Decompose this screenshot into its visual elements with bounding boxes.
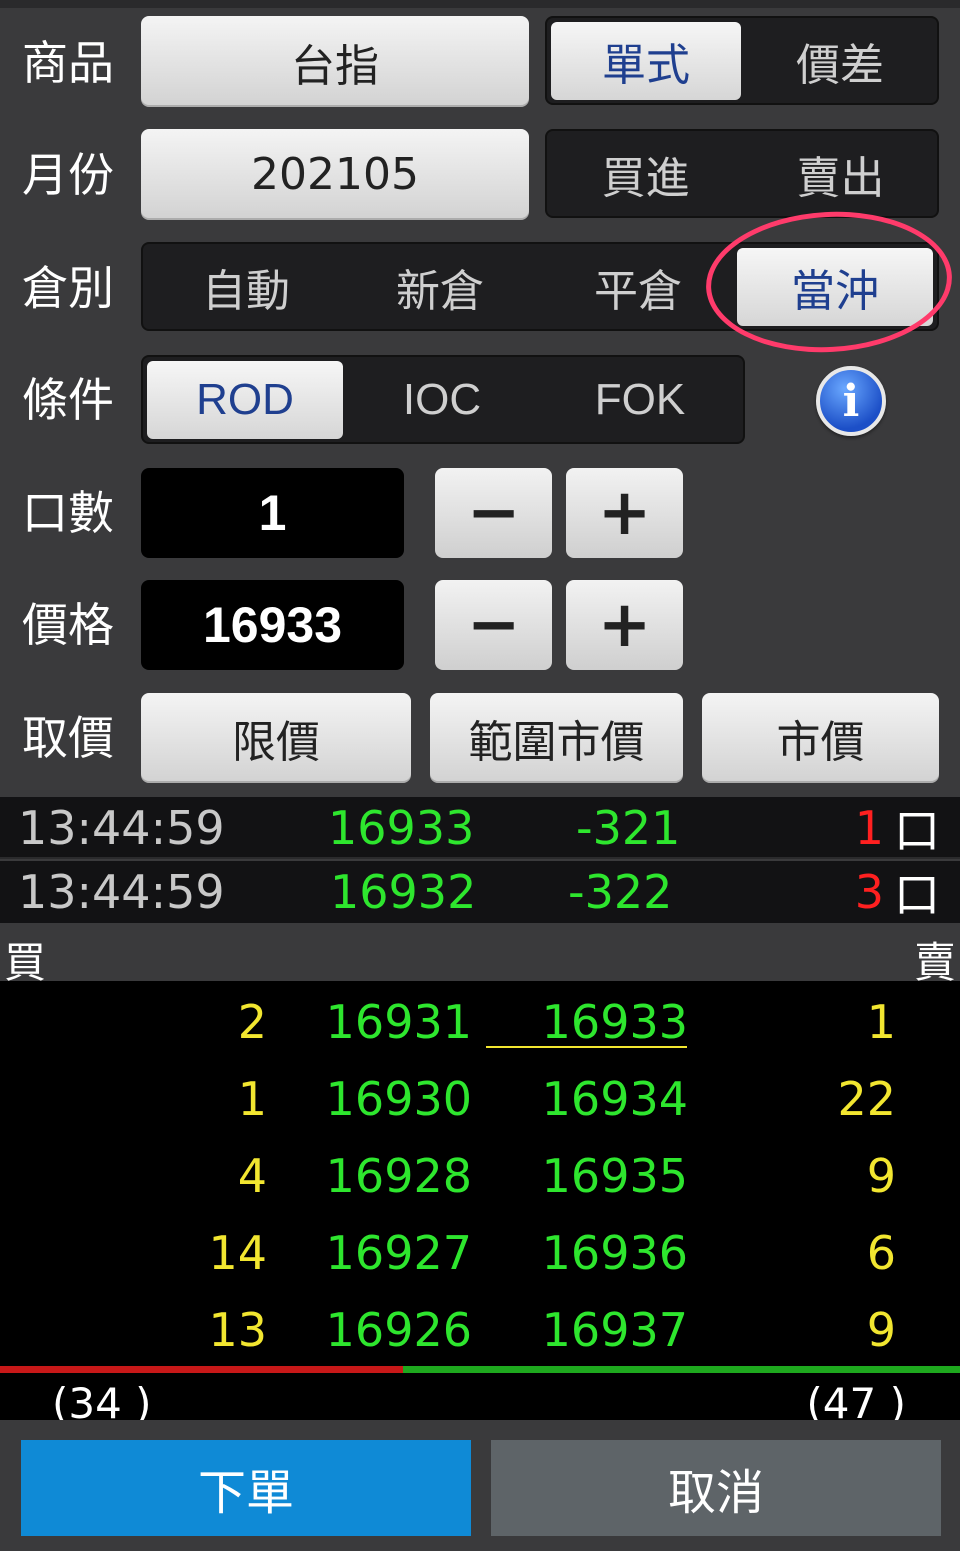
annotation-circle xyxy=(702,205,956,359)
bid-price: 16927 xyxy=(325,1225,472,1280)
condition-rod-option[interactable]: ROD xyxy=(147,361,343,439)
condition-label: 條件 xyxy=(22,373,114,427)
spread-mode-option[interactable]: 價差 xyxy=(743,18,937,103)
buy-total: (34 ) xyxy=(52,1379,152,1420)
bid-price: 16926 xyxy=(325,1302,472,1357)
sell-volume-bar xyxy=(403,1366,960,1373)
product-select-button[interactable]: 台指 xyxy=(141,16,529,107)
product-label: 商品 xyxy=(22,36,114,90)
buy-volume-bar xyxy=(0,1366,403,1373)
sell-option[interactable]: 賣出 xyxy=(744,131,937,216)
quantity-field[interactable]: 1 xyxy=(141,468,404,558)
bid-price: 16931 xyxy=(325,994,472,1049)
single-mode-option[interactable]: 單式 xyxy=(551,22,741,100)
order-book-row: 4 16928 16935 9 xyxy=(0,1137,960,1214)
tick-price: 16933 xyxy=(328,801,475,855)
price-increase-button[interactable]: + xyxy=(566,580,683,670)
buy-sell-toggle: 買進 賣出 xyxy=(545,129,939,218)
top-border xyxy=(0,0,960,8)
order-book-row: 1 16930 16934 22 xyxy=(0,1060,960,1137)
tick-change: -321 xyxy=(576,801,681,855)
price-field[interactable]: 16933 xyxy=(141,580,404,670)
tick-row: 13:44:59 16933 -321 1 口 xyxy=(0,797,960,859)
submit-order-button[interactable]: 下單 xyxy=(21,1440,471,1536)
condition-fok-option[interactable]: FOK xyxy=(541,357,739,442)
ask-price: 16934 xyxy=(541,1071,688,1126)
position-auto-option[interactable]: 自動 xyxy=(147,244,345,329)
order-book-totals: (34 ) (47 ) xyxy=(0,1373,960,1420)
ask-price: 16933 xyxy=(541,994,688,1049)
tick-change: -322 xyxy=(568,865,673,919)
order-book-row: 13 16926 16937 9 xyxy=(0,1291,960,1368)
order-mode-toggle: 單式 價差 xyxy=(545,16,939,105)
ask-qty: 9 xyxy=(866,1302,896,1357)
price-decrease-button[interactable]: − xyxy=(435,580,552,670)
bid-qty: 4 xyxy=(237,1148,267,1203)
ask-price: 16937 xyxy=(541,1302,688,1357)
tick-qty: 3 xyxy=(854,865,884,919)
quantity-increase-button[interactable]: + xyxy=(566,468,683,558)
tick-unit: 口 xyxy=(894,804,940,858)
bid-qty: 14 xyxy=(208,1225,267,1280)
position-new-option[interactable]: 新倉 xyxy=(341,244,539,329)
tick-unit: 口 xyxy=(894,868,940,922)
buy-option[interactable]: 買進 xyxy=(547,131,744,216)
order-book-row: 14 16927 16936 6 xyxy=(0,1214,960,1291)
condition-ioc-option[interactable]: IOC xyxy=(343,357,541,442)
range-market-price-button[interactable]: 範圍市價 xyxy=(430,693,683,783)
ask-price: 16935 xyxy=(541,1148,688,1203)
ask-qty: 6 xyxy=(866,1225,896,1280)
month-label: 月份 xyxy=(22,148,114,202)
bid-qty: 13 xyxy=(208,1302,267,1357)
info-icon[interactable]: i xyxy=(816,366,886,436)
position-label: 倉別 xyxy=(22,261,114,315)
cancel-button[interactable]: 取消 xyxy=(491,1440,941,1536)
tick-price: 16932 xyxy=(330,865,477,919)
price-label: 價格 xyxy=(22,598,114,652)
condition-selector: ROD IOC FOK xyxy=(141,355,745,444)
price-type-label: 取價 xyxy=(22,711,114,765)
month-select-button[interactable]: 202105 xyxy=(141,129,529,220)
market-price-button[interactable]: 市價 xyxy=(702,693,939,783)
order-book-header: 買 賣 xyxy=(0,925,960,987)
order-book: 2 16931 16933 1 1 16930 16934 22 4 16928… xyxy=(0,981,960,1366)
tick-qty: 1 xyxy=(854,801,884,855)
last-price-underline xyxy=(486,1046,687,1048)
limit-price-button[interactable]: 限價 xyxy=(141,693,411,783)
tick-time: 13:44:59 xyxy=(18,865,225,919)
bid-qty: 2 xyxy=(237,994,267,1049)
order-book-row: 2 16931 16933 1 xyxy=(0,983,960,1060)
ask-qty: 9 xyxy=(866,1148,896,1203)
bid-qty: 1 xyxy=(237,1071,267,1126)
bid-price: 16928 xyxy=(325,1148,472,1203)
quantity-label: 口數 xyxy=(22,486,114,540)
ask-qty: 22 xyxy=(837,1071,896,1126)
quantity-decrease-button[interactable]: − xyxy=(435,468,552,558)
ask-qty: 1 xyxy=(866,994,896,1049)
sell-total: (47 ) xyxy=(806,1379,906,1420)
bid-price: 16930 xyxy=(325,1071,472,1126)
ask-price: 16936 xyxy=(541,1225,688,1280)
tick-row: 13:44:59 16932 -322 3 口 xyxy=(0,861,960,923)
tick-time: 13:44:59 xyxy=(18,801,225,855)
